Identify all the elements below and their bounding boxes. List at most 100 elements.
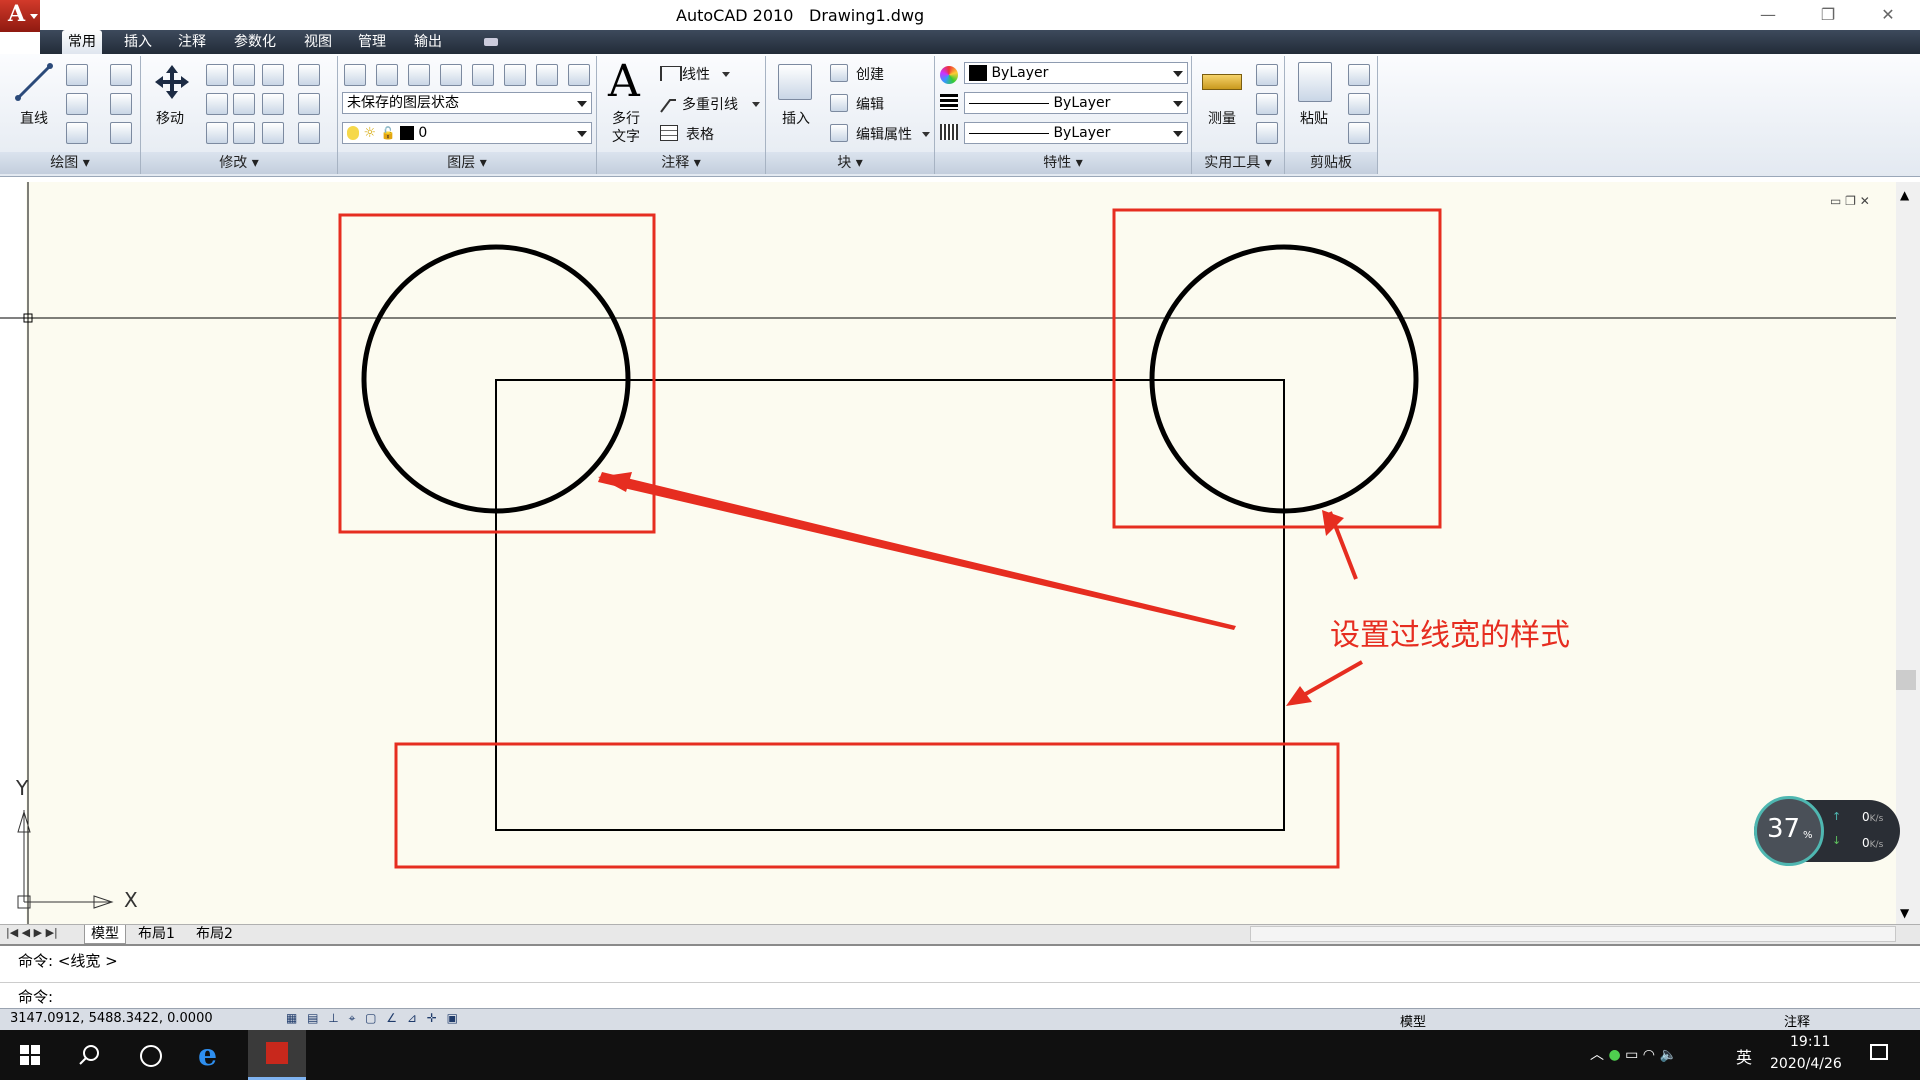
rotate-icon[interactable] [233,64,255,86]
chevron-down-icon[interactable] [922,132,930,137]
layer-properties-icon[interactable] [344,64,366,86]
autocad-app-menu-button[interactable]: A [0,0,40,32]
scroll-down-icon[interactable]: ▼ [1900,906,1909,920]
minimize-button[interactable]: — [1748,4,1788,26]
insert-block-icon[interactable] [778,64,812,100]
paste-icon[interactable] [1298,62,1332,102]
offset-icon[interactable] [233,122,255,144]
ribbon-minimize-icon[interactable] [484,38,498,46]
scroll-up-icon[interactable]: ▲ [1900,188,1909,202]
close-button[interactable]: ✕ [1868,4,1908,26]
edit-block-label[interactable]: 编辑 [856,94,884,114]
system-tray-icons[interactable]: ︿ ● ▭ ◠ 🔈 [1590,1044,1677,1064]
move-icon[interactable] [152,62,192,102]
linear-dimension-icon[interactable] [660,66,682,81]
utilities-panel-title[interactable]: 实用工具 ▾ [1192,152,1284,174]
layer-freeze-icon[interactable] [536,64,558,86]
array-icon[interactable] [298,64,320,86]
windows-start-icon[interactable] [20,1045,40,1065]
color-dropdown[interactable]: ByLayer [964,62,1188,84]
rectangle-icon[interactable] [110,93,132,115]
tab-annotate[interactable]: 注释 [178,30,206,54]
edit-attributes-icon[interactable] [830,124,848,142]
layer-off-icon[interactable] [568,64,590,86]
layer-state-dropdown[interactable]: 未保存的图层状态 [342,92,592,114]
viewport-controls[interactable]: ▭ ❐ ✕ [1830,194,1870,208]
tab-output[interactable]: 输出 [414,30,442,54]
stretch-icon[interactable] [233,93,255,115]
cortana-icon[interactable] [140,1045,162,1067]
ellipse-icon[interactable] [66,122,88,144]
draw-panel-title[interactable]: 绘图 ▾ [0,152,140,174]
modify-panel-title[interactable]: 修改 ▾ [141,152,337,174]
clock-date[interactable]: 2020/4/26 [1770,1056,1842,1072]
undo-arc-icon[interactable] [110,64,132,86]
multiline-text-icon[interactable]: A [608,56,640,107]
point-id-icon[interactable] [1256,93,1278,115]
clipboard-panel-title[interactable]: 剪贴板 [1285,152,1377,174]
trim-icon[interactable] [262,64,284,86]
tab-model[interactable]: 模型 [84,925,126,944]
linear-dim-label[interactable]: 线性 [682,64,710,84]
tab-manage[interactable]: 管理 [358,30,386,54]
hatch-icon[interactable] [110,122,132,144]
drafting-toggle-icons[interactable]: ▦ ▤ ⊥ ⌖ ▢ ∠ ⊿ ✛ ▣ [286,1011,461,1026]
vertical-scroll-thumb[interactable] [1896,670,1916,690]
annotation-panel-title[interactable]: 注释 ▾ [597,152,765,174]
layer-change-icon[interactable] [504,64,526,86]
line-tool-icon[interactable] [12,60,56,104]
layout-nav-icons[interactable]: |◀ ◀ ▶ ▶| [6,926,58,939]
measure-icon[interactable] [1202,74,1242,90]
create-block-label[interactable]: 创建 [856,64,884,84]
vertical-scrollbar[interactable] [1896,182,1920,924]
fillet-icon[interactable] [298,122,320,144]
tab-layout1[interactable]: 布局1 [132,925,181,943]
lineweight-dropdown[interactable]: ByLayer [964,92,1188,114]
drawing-rectangle[interactable] [495,379,1285,831]
layer-state-icon[interactable] [376,64,398,86]
cursor-coordinates[interactable]: 3147.0912, 5488.3422, 0.0000 [10,1011,213,1026]
multileader-icon[interactable] [658,94,678,114]
edit-block-icon[interactable] [830,94,848,112]
edit-attributes-label[interactable]: 编辑属性 [856,124,912,144]
quick-select-icon[interactable] [1256,64,1278,86]
layer-match-icon[interactable] [472,64,494,86]
layer-dropdown[interactable]: ☼ 🔓 0 [342,122,592,144]
layers-panel-title[interactable]: 图层 ▾ [338,152,596,174]
model-space-button[interactable]: 模型 [1400,1011,1426,1030]
restore-button[interactable]: ❐ [1808,4,1848,26]
tab-parametric[interactable]: 参数化 [234,30,276,54]
command-input[interactable] [76,984,1816,1004]
explode-icon[interactable] [262,122,284,144]
table-icon[interactable] [660,125,678,141]
layer-unisolate-icon[interactable] [440,64,462,86]
scale-icon[interactable] [206,93,228,115]
multileader-label[interactable]: 多重引线 [682,94,738,114]
autocad-taskbar-button[interactable] [248,1030,306,1080]
polyline-icon[interactable] [66,64,88,86]
extend-icon[interactable] [298,93,320,115]
properties-panel-title[interactable]: 特性 ▾ [935,152,1191,174]
match-properties-icon[interactable] [1348,122,1370,144]
linetype-dropdown[interactable]: ByLayer [964,122,1188,144]
tab-layout2[interactable]: 布局2 [190,925,239,943]
mirror-icon[interactable] [262,93,284,115]
annotation-scale[interactable]: 注释 [1784,1011,1810,1030]
tab-view[interactable]: 视图 [304,30,332,54]
tab-insert[interactable]: 插入 [124,30,152,54]
layer-isolate-icon[interactable] [408,64,430,86]
ime-indicator[interactable]: 英 [1736,1044,1752,1068]
cut-icon[interactable] [1348,64,1370,86]
notification-center-icon[interactable] [1870,1044,1888,1060]
chevron-down-icon[interactable] [752,102,760,107]
create-block-icon[interactable] [830,64,848,82]
horizontal-scrollbar[interactable] [1250,926,1896,942]
table-label[interactable]: 表格 [686,124,714,144]
search-icon[interactable] [78,1044,100,1066]
tab-home[interactable]: 常用 [62,30,102,54]
calculator-icon[interactable] [1256,122,1278,144]
chevron-down-icon[interactable] [722,72,730,77]
clock-time[interactable]: 19:11 [1790,1034,1830,1050]
copy-objects-icon[interactable] [206,64,228,86]
block-panel-title[interactable]: 块 ▾ [766,152,934,174]
